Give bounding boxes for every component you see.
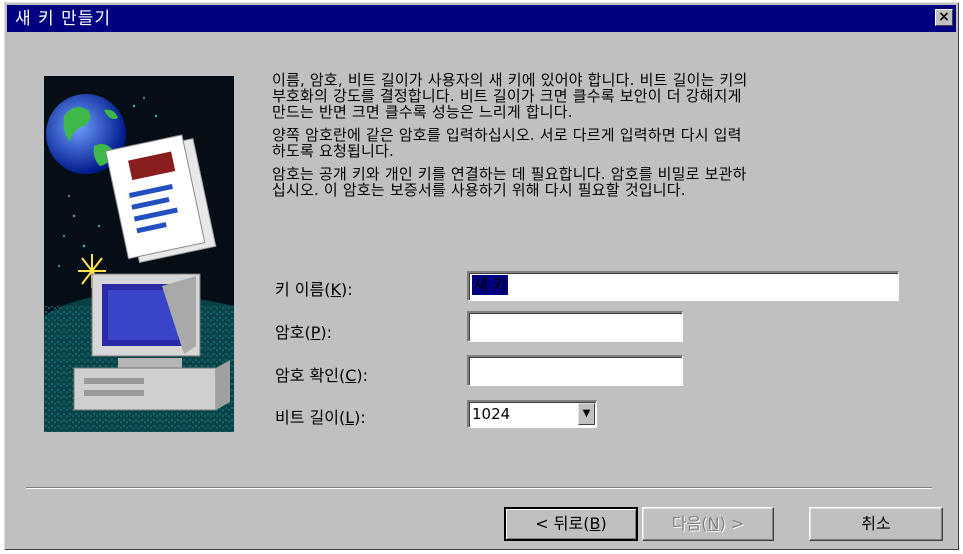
description-line: 암호는 공개 키와 개인 키를 연결하는 데 필요합니다. 암호를 비밀로 보관…	[272, 165, 747, 183]
separator	[26, 487, 932, 489]
next-button[interactable]: 다음(N) >	[642, 507, 774, 541]
description-line: 만드는 반면 크면 클수록 성능은 느리게 합니다.	[272, 103, 573, 121]
key-name-label: 키 이름(K):	[275, 280, 353, 299]
password-input[interactable]	[467, 311, 683, 342]
bit-length-value: 1024	[472, 405, 511, 423]
description-line: 십시오. 이 암호는 보증서를 사용하기 위해 다시 필요할 것입니다.	[272, 181, 686, 199]
bit-length-label: 비트 길이(L):	[275, 408, 366, 427]
window-title: 새 키 만들기	[15, 9, 112, 29]
description-line: 하도록 요청됩니다.	[272, 142, 394, 160]
wizard-illustration	[44, 76, 234, 432]
password-label: 암호(P):	[275, 323, 332, 342]
key-name-input[interactable]: 새 키	[467, 271, 899, 301]
back-button[interactable]: < 뒤로(B)	[504, 507, 638, 541]
title-bar[interactable]: 새 키 만들기 ×	[7, 5, 956, 32]
confirm-password-input[interactable]	[467, 355, 683, 386]
close-icon: ×	[938, 9, 950, 25]
wizard-illustration-icon	[44, 76, 234, 432]
key-name-value: 새 키	[472, 275, 509, 295]
close-button[interactable]: ×	[935, 9, 953, 26]
confirm-password-label: 암호 확인(C):	[275, 366, 369, 385]
dropdown-arrow-button[interactable]: ▼	[578, 403, 595, 425]
description-line: 이름, 암호, 비트 길이가 사용자의 새 키에 있어야 합니다. 비트 길이는…	[272, 71, 748, 89]
dropdown-arrow-icon: ▼	[582, 408, 591, 419]
description-line: 양쪽 암호란에 같은 암호를 입력하십시오. 서로 다르게 입력하면 다시 입력	[272, 126, 742, 144]
cancel-button[interactable]: 취소	[809, 507, 943, 541]
bit-length-select[interactable]: 1024 ▼	[467, 400, 597, 428]
description-line: 부호화의 강도를 결정합니다. 비트 길이가 크면 클수록 보안이 더 강해지게	[272, 87, 742, 105]
